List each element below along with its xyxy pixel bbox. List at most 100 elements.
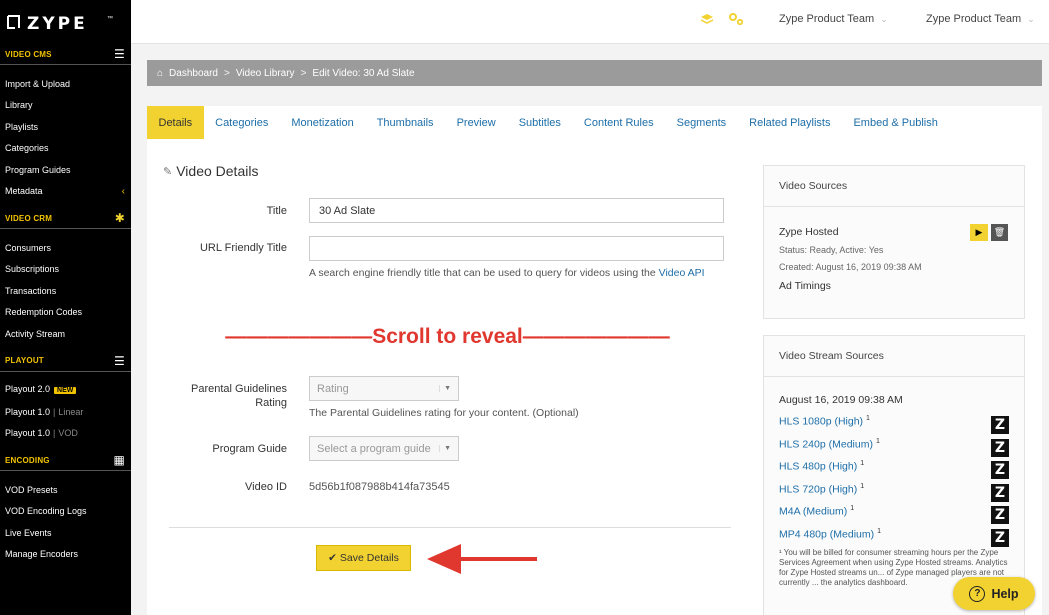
- sidebar-item-import-upload[interactable]: Import & Upload: [0, 73, 131, 95]
- new-badge: NEW: [54, 387, 77, 395]
- sidebar-item-suffix: Linear: [58, 406, 84, 417]
- video-id-label: Video ID: [245, 481, 287, 493]
- sidebar-item-label: Import & Upload: [5, 78, 71, 89]
- help-button[interactable]: ? Help: [953, 577, 1035, 610]
- stream-link[interactable]: HLS 720p (High) 1: [779, 483, 864, 496]
- zype-player-icon[interactable]: Z: [991, 528, 1009, 547]
- breadcrumb-sep: >: [300, 67, 307, 79]
- save-details-button[interactable]: ✔ Save Details: [316, 545, 411, 571]
- sidebar-item-label: Library: [5, 100, 33, 111]
- sidebar-section-title: ENCODING: [5, 455, 50, 465]
- sidebar-item-vod-encoding-logs[interactable]: VOD Encoding Logs: [0, 501, 131, 523]
- sidebar-item-vod-presets[interactable]: VOD Presets: [0, 479, 131, 501]
- sidebar-item-subscriptions[interactable]: Subscriptions: [0, 259, 131, 281]
- stream-link[interactable]: HLS 480p (High) 1: [779, 460, 864, 473]
- breadcrumb-video-library[interactable]: Video Library: [236, 68, 295, 79]
- sidebar-item-label: Playlists: [5, 121, 39, 132]
- stream-link[interactable]: M4A (Medium) 1: [779, 505, 854, 518]
- play-icon[interactable]: ▶: [970, 224, 988, 241]
- program-guide-select[interactable]: Select a program guide ▼: [309, 436, 459, 461]
- sidebar-section-playout[interactable]: PLAYOUT ☰: [0, 351, 131, 371]
- footnote-mark: 1: [860, 460, 865, 467]
- team-switcher-2[interactable]: Zype Product Team ⌄: [926, 13, 1035, 25]
- tab-details[interactable]: Details: [147, 106, 204, 139]
- chevron-down-icon: ▼: [439, 445, 451, 452]
- sidebar-section-title: PLAYOUT: [5, 356, 44, 365]
- zype-player-icon[interactable]: Z: [991, 506, 1009, 524]
- sidebar-item-program-guides[interactable]: Program Guides: [0, 159, 131, 181]
- footnote-mark: 1: [850, 505, 855, 512]
- tab-embed-publish[interactable]: Embed & Publish: [842, 106, 949, 139]
- sidebar-item-categories[interactable]: Categories: [0, 138, 131, 160]
- tab-related-playlists[interactable]: Related Playlists: [738, 106, 842, 139]
- sidebar-item-label: VOD Encoding Logs: [5, 506, 87, 517]
- stream-sources-title: Video Stream Sources: [779, 350, 884, 362]
- divider: [764, 376, 1024, 377]
- sidebar-section-video-cms[interactable]: VIDEO CMS ☰: [0, 44, 131, 64]
- sidebar-item-live-events[interactable]: Live Events: [0, 522, 131, 544]
- zype-logo-icon: ZYPE ™: [7, 14, 113, 32]
- video-api-link[interactable]: Video API: [659, 267, 705, 279]
- sidebar-item-redemption-codes[interactable]: Redemption Codes: [0, 302, 131, 324]
- tab-content-rules[interactable]: Content Rules: [572, 106, 665, 139]
- sidebar-item-transactions[interactable]: Transactions: [0, 280, 131, 302]
- parental-label-line1: Parental Guidelines: [190, 383, 287, 395]
- sidebar-item-label: Playout 2.0: [5, 384, 51, 395]
- sidebar-item-label: Redemption Codes: [5, 307, 83, 318]
- sidebar-item-sep: |: [53, 406, 56, 417]
- sidebar-item-activity-stream[interactable]: Activity Stream: [0, 323, 131, 345]
- stream-label: M4A (Medium): [779, 505, 848, 518]
- sidebar-section-video-crm[interactable]: VIDEO CRM ✱: [0, 208, 131, 228]
- team-switcher-1[interactable]: Zype Product Team ⌄: [779, 13, 888, 25]
- tab-monetization[interactable]: Monetization: [280, 106, 365, 139]
- tab-preview[interactable]: Preview: [445, 106, 507, 139]
- tab-segments[interactable]: Segments: [665, 106, 738, 139]
- gears-icon[interactable]: [727, 12, 745, 26]
- zype-player-icon[interactable]: Z: [991, 438, 1009, 457]
- sidebar-section-encoding[interactable]: ENCODING ▦: [0, 450, 131, 470]
- sidebar-item-playlists[interactable]: Playlists: [0, 116, 131, 138]
- sidebar-item-library[interactable]: Library: [0, 95, 131, 117]
- stream-label: MP4 480p (Medium): [779, 528, 875, 540]
- sidebar-item-playout-1-0[interactable]: Playout 1.0 | Linear: [0, 401, 131, 423]
- logo-text: ZYPE: [27, 14, 88, 32]
- tab-categories[interactable]: Categories: [204, 106, 280, 139]
- stream-link[interactable]: MP4 480p (Medium) 1: [779, 528, 881, 541]
- stream-link[interactable]: HLS 240p (Medium) 1: [779, 438, 880, 451]
- stream-label: HLS 480p (High): [779, 460, 858, 473]
- parental-rating-select[interactable]: Rating ▼: [309, 376, 459, 401]
- tab-subtitles[interactable]: Subtitles: [507, 106, 572, 139]
- layers-icon[interactable]: [699, 12, 715, 26]
- hamburger-icon: ☰: [114, 47, 125, 61]
- parental-help-text: The Parental Guidelines rating for your …: [309, 407, 579, 419]
- ad-timings-link[interactable]: Ad Timings: [779, 280, 831, 292]
- question-icon: ?: [969, 585, 986, 602]
- zype-logo[interactable]: ZYPE ™: [0, 0, 131, 44]
- sidebar-item-label: Transactions: [5, 285, 57, 296]
- title-input[interactable]: 30 Ad Slate: [309, 198, 724, 223]
- sidebar-item-metadata[interactable]: Metadata ‹: [0, 181, 131, 203]
- sidebar-item-label: Categories: [5, 143, 49, 154]
- zype-player-icon[interactable]: Z: [991, 416, 1009, 434]
- chevron-left-icon[interactable]: ‹: [122, 186, 125, 197]
- url-friendly-title-label: URL Friendly Title: [199, 242, 287, 254]
- sidebar-item-manage-encoders[interactable]: Manage Encoders: [0, 544, 131, 566]
- sidebar-item-playout-2-0[interactable]: Playout 2.0 NEW: [0, 380, 131, 402]
- zype-player-icon[interactable]: Z: [991, 461, 1009, 479]
- tab-thumbnails[interactable]: Thumbnails: [365, 106, 445, 139]
- zype-player-icon[interactable]: Z: [991, 483, 1009, 502]
- url-friendly-title-input[interactable]: [309, 236, 724, 261]
- breadcrumb-dashboard[interactable]: Dashboard: [169, 68, 218, 79]
- source-created: Created: August 16, 2019 09:38 AM: [779, 262, 922, 272]
- sidebar-item-label: Activity Stream: [5, 328, 66, 339]
- parental-label-line2: Rating: [255, 397, 287, 409]
- sidebar-item-label: Playout 1.0: [5, 428, 51, 439]
- stream-link[interactable]: HLS 1080p (High) 1: [779, 415, 870, 428]
- sidebar-item-consumers[interactable]: Consumers: [0, 237, 131, 259]
- trash-icon[interactable]: 🗑: [991, 224, 1008, 241]
- sidebar-item-label: Program Guides: [5, 164, 71, 175]
- sidebar-item-playout-1-0[interactable]: Playout 1.0 | VOD: [0, 423, 131, 445]
- save-details-label: Save Details: [339, 552, 399, 564]
- chevron-down-icon: ⌄: [880, 13, 888, 24]
- divider: [764, 206, 1024, 207]
